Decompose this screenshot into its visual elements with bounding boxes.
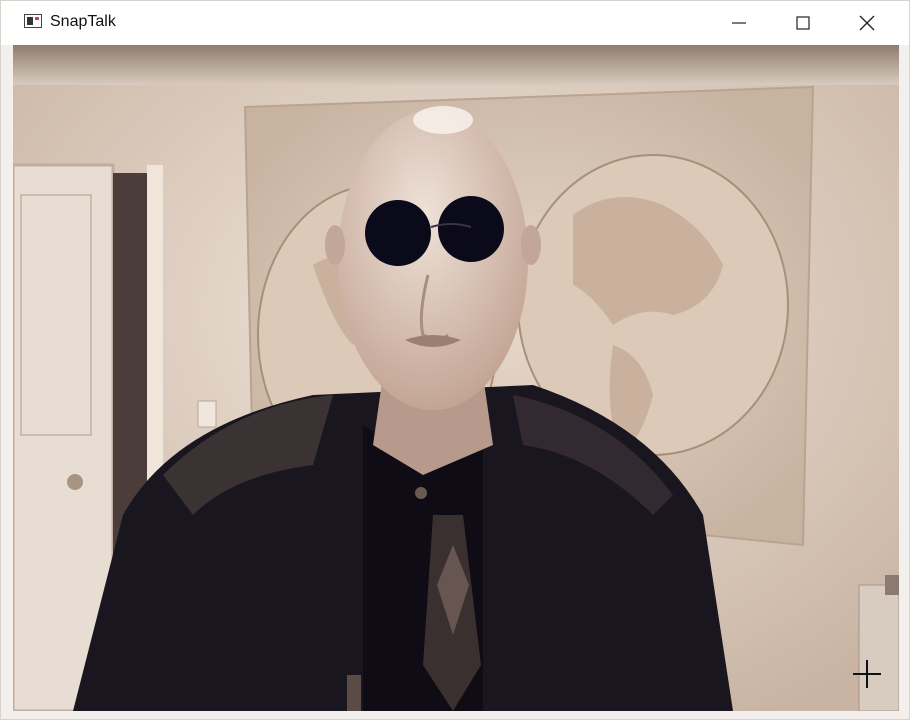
- window-title: SnapTalk: [50, 13, 116, 30]
- sunglasses-right-lens: [438, 196, 504, 262]
- minimize-button[interactable]: [707, 1, 771, 45]
- collar-button: [415, 487, 427, 499]
- head: [338, 110, 528, 410]
- light-switch: [197, 400, 217, 428]
- door-knob: [67, 474, 83, 490]
- close-button[interactable]: [835, 1, 899, 45]
- maximize-button[interactable]: [771, 1, 835, 45]
- app-icon: [24, 14, 42, 28]
- video-feed[interactable]: [13, 45, 899, 711]
- shelf-object: [885, 575, 899, 595]
- close-icon: [859, 15, 875, 31]
- crosshair-icon: [853, 660, 881, 688]
- shelf: [858, 584, 899, 711]
- head-highlight: [413, 106, 473, 134]
- left-ear: [325, 225, 345, 265]
- title-bar[interactable]: SnapTalk: [1, 1, 909, 45]
- zipper: [347, 675, 361, 711]
- ceiling-shadow: [13, 45, 899, 85]
- sunglasses-left-lens: [365, 200, 431, 266]
- camera-scene: [13, 45, 899, 711]
- maximize-icon: [796, 16, 810, 30]
- app-window: SnapTalk: [0, 0, 910, 720]
- minimize-icon: [732, 22, 746, 24]
- right-ear: [521, 225, 541, 265]
